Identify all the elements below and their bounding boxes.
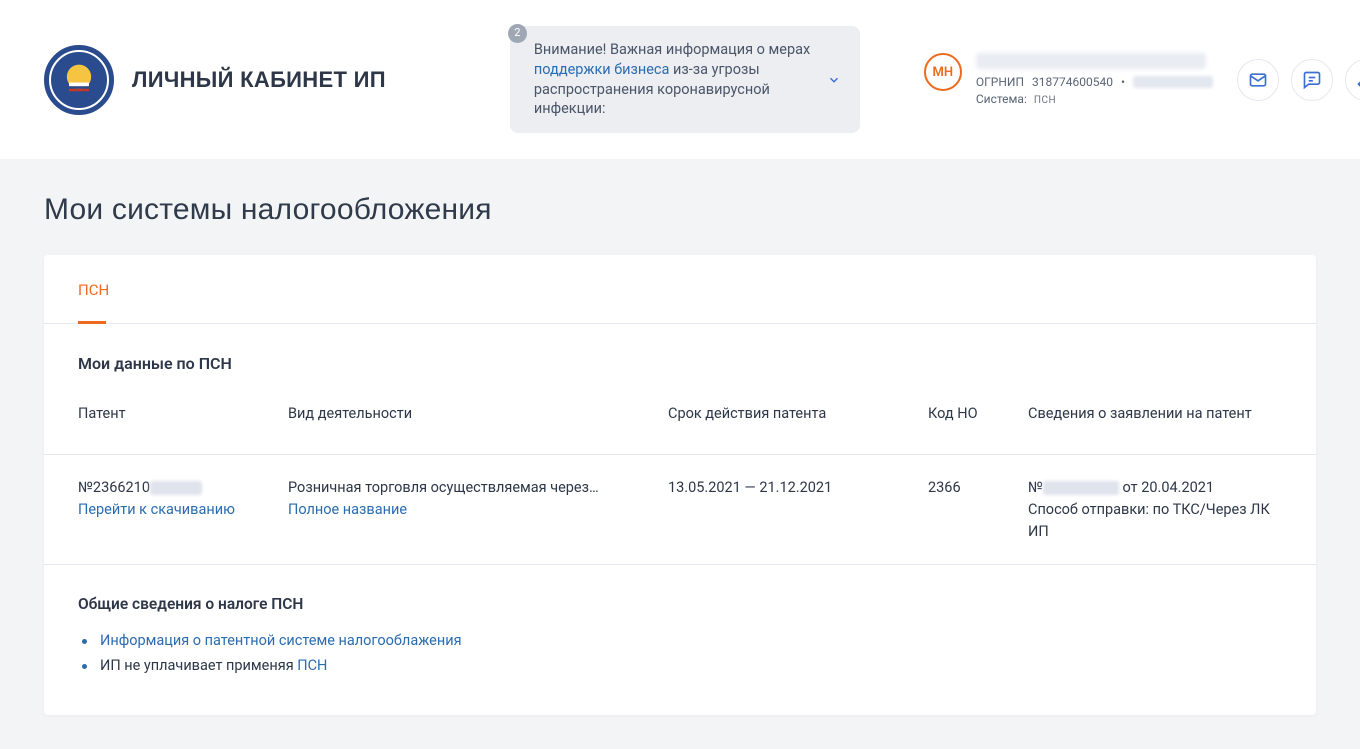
cell-patent: №2366210 Перейти к скачиванию bbox=[78, 477, 288, 542]
tab-psn[interactable]: ПСН bbox=[78, 255, 109, 323]
chat-icon[interactable] bbox=[1291, 59, 1333, 101]
notice-badge: 2 bbox=[508, 24, 527, 43]
patent-id-blurred bbox=[150, 481, 202, 495]
profile-info: ОГРНИП 318774600540 • Система: ПСН bbox=[976, 53, 1213, 106]
patent-prefix: № bbox=[78, 479, 93, 496]
psn-link[interactable]: ПСН bbox=[297, 657, 327, 674]
psn-card: ПСН Мои данные по ПСН Патент Вид деятель… bbox=[44, 255, 1316, 715]
ogrnip-label: ОГРНИП bbox=[976, 75, 1024, 89]
general-title: Общие сведения о налоге ПСН bbox=[78, 595, 1282, 613]
ip-text: ИП не уплачивает применяя bbox=[100, 657, 297, 674]
info-link[interactable]: Информация о патентной системе налогообл… bbox=[100, 632, 462, 649]
page-title: Мои системы налогообложения bbox=[44, 193, 1316, 227]
col-patent: Патент bbox=[78, 405, 288, 422]
swap-icon[interactable] bbox=[1345, 59, 1360, 101]
logo-block[interactable]: ЛИЧНЫЙ КАБИНЕТ ИП bbox=[44, 45, 386, 115]
chevron-down-icon[interactable] bbox=[822, 68, 846, 92]
col-validity: Срок действия патента bbox=[668, 405, 928, 422]
psn-data-section: Мои данные по ПСН bbox=[44, 324, 1316, 405]
notice-banner: 2 Внимание! Важная информация о мерах по… bbox=[510, 26, 860, 132]
profile-name-blurred bbox=[976, 53, 1206, 69]
col-code: Код НО bbox=[928, 405, 1028, 422]
send-method: Способ отправки: по ТКС/Через ЛК ИП bbox=[1028, 499, 1282, 543]
download-link[interactable]: Перейти к скачиванию bbox=[78, 501, 235, 518]
list-item: Информация о патентной системе налогообл… bbox=[78, 629, 1282, 654]
appl-id-blurred bbox=[1043, 481, 1119, 495]
mail-icon[interactable] bbox=[1237, 59, 1279, 101]
full-name-link[interactable]: Полное название bbox=[288, 501, 407, 518]
cell-activity: Розничная торговля осуществляемая через…… bbox=[288, 477, 668, 542]
general-links-list: Информация о патентной системе налогообл… bbox=[78, 629, 1282, 678]
notice-link[interactable]: поддержки бизнеса bbox=[534, 61, 670, 78]
avatar[interactable]: МН bbox=[924, 53, 962, 91]
cell-application: № от 20.04.2021 Способ отправки: по ТКС/… bbox=[1028, 477, 1282, 542]
list-item: ИП не уплачивает применяя ПСН bbox=[78, 654, 1282, 679]
main: Мои системы налогообложения ПСН Мои данн… bbox=[0, 159, 1360, 749]
ogrnip-suffix-blurred bbox=[1133, 76, 1213, 88]
activity-text: Розничная торговля осуществляемая через… bbox=[288, 477, 668, 499]
table-header: Патент Вид деятельности Срок действия па… bbox=[44, 405, 1316, 454]
psn-table: Патент Вид деятельности Срок действия па… bbox=[44, 405, 1316, 565]
profile-block: МН ОГРНИП 318774600540 • Система: ПСН bbox=[924, 53, 1213, 106]
system-label: Система: bbox=[976, 92, 1027, 106]
header-actions bbox=[1237, 59, 1360, 101]
header: ЛИЧНЫЙ КАБИНЕТ ИП 2 Внимание! Важная инф… bbox=[0, 0, 1360, 159]
ogrnip-value: 318774600540 bbox=[1032, 75, 1113, 89]
cell-validity: 13.05.2021 — 21.12.2021 bbox=[668, 477, 928, 542]
system-value: ПСН bbox=[1034, 95, 1056, 106]
psn-section-title: Мои данные по ПСН bbox=[78, 354, 1282, 373]
appl-prefix: № bbox=[1028, 479, 1043, 496]
patent-id: 2366210 bbox=[93, 479, 150, 496]
tabs: ПСН bbox=[44, 255, 1316, 324]
general-section: Общие сведения о налоге ПСН Информация о… bbox=[44, 565, 1316, 714]
col-activity: Вид деятельности bbox=[288, 405, 668, 422]
appl-suffix: от 20.04.2021 bbox=[1119, 479, 1214, 496]
cell-code: 2366 bbox=[928, 477, 1028, 542]
col-application: Сведения о заявлении на патент bbox=[1028, 405, 1282, 422]
table-row: №2366210 Перейти к скачиванию Розничная … bbox=[44, 454, 1316, 565]
site-title: ЛИЧНЫЙ КАБИНЕТ ИП bbox=[132, 67, 386, 93]
notice-text-before: Внимание! Важная информация о мерах bbox=[534, 41, 810, 58]
emblem-icon bbox=[44, 45, 114, 115]
